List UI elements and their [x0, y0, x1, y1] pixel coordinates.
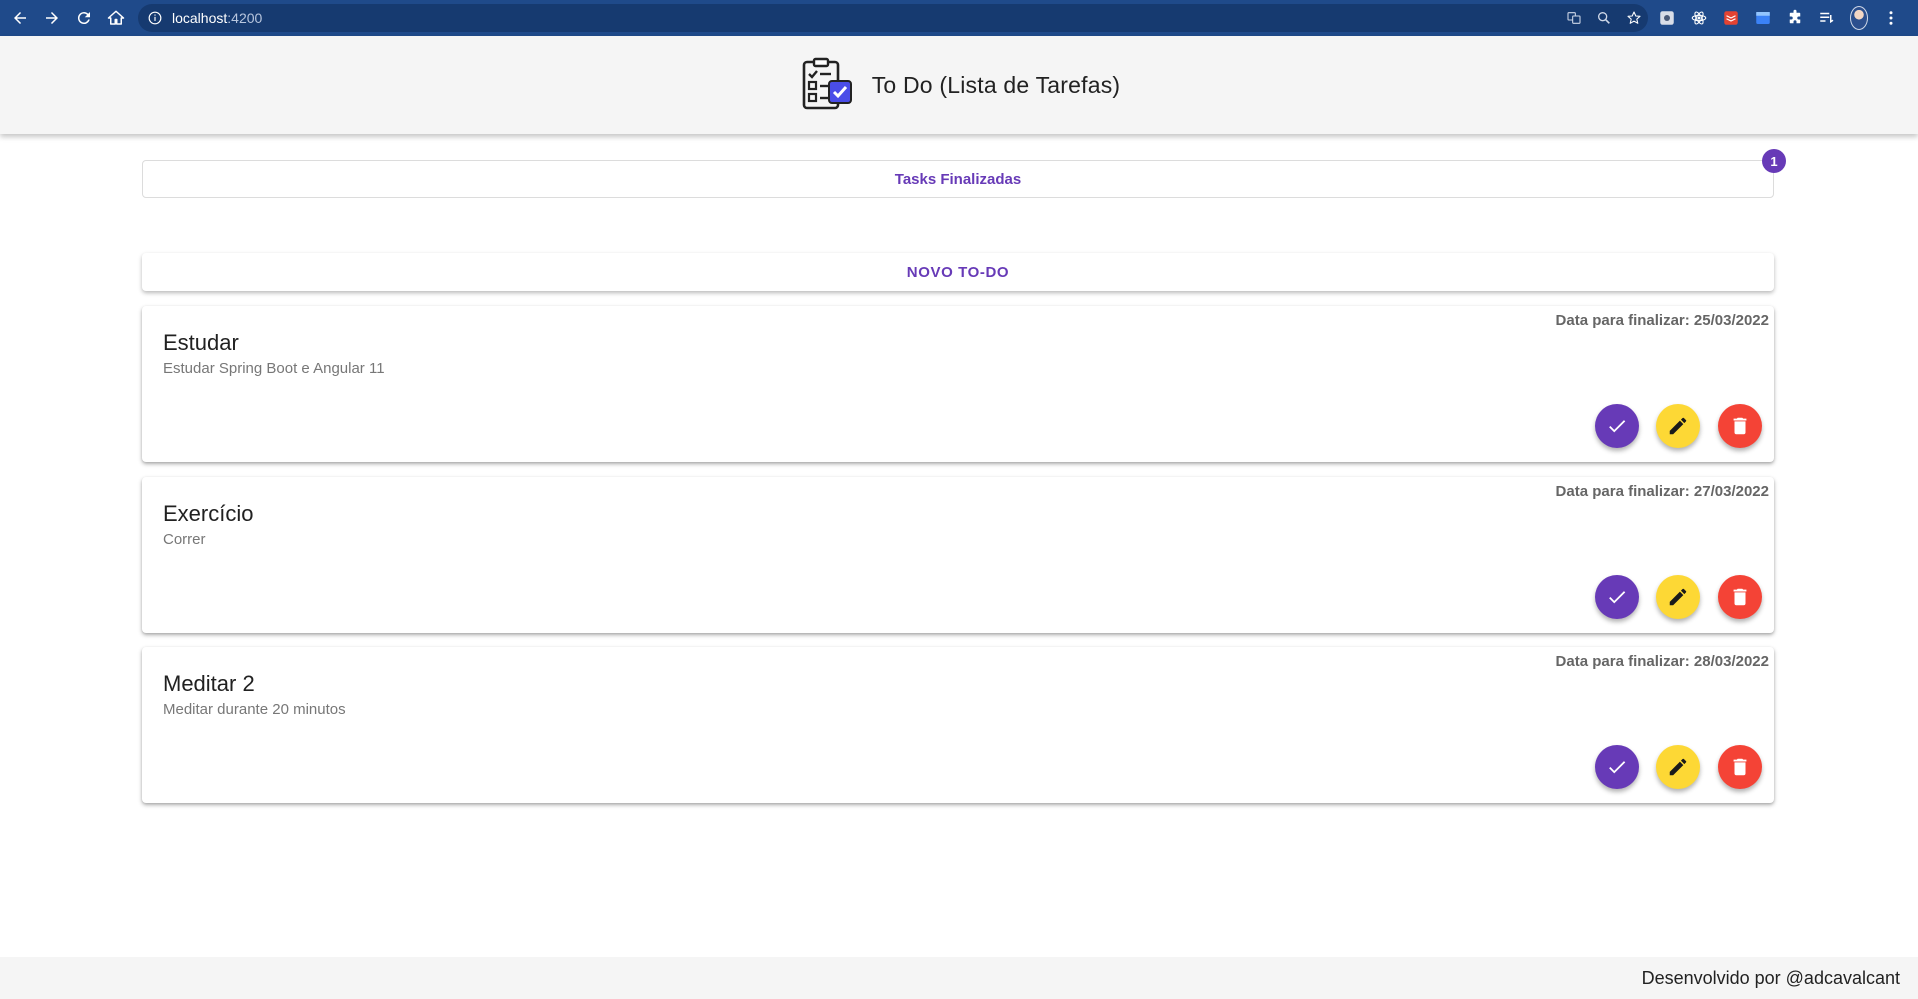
edit-task-button[interactable] — [1656, 745, 1700, 789]
footer-credit: Desenvolvido por @adcavalcant — [1641, 967, 1900, 988]
task-due-date: Data para finalizar: 25/03/2022 — [1555, 312, 1769, 329]
trash-icon — [1733, 417, 1747, 435]
forward-button[interactable] — [36, 0, 68, 36]
check-icon — [1609, 591, 1626, 604]
translate-icon[interactable] — [1566, 10, 1582, 26]
task-description: Correr — [163, 531, 206, 548]
check-icon — [1609, 761, 1626, 774]
arrow-right-icon — [46, 12, 58, 24]
task-description: Meditar durante 20 minutos — [163, 701, 346, 718]
page-title: To Do (Lista de Tarefas) — [871, 71, 1121, 98]
footer: Desenvolvido por @adcavalcant — [0, 957, 1918, 999]
trash-icon — [1733, 758, 1747, 776]
star-icon[interactable] — [1626, 10, 1642, 26]
extension-screenshot-icon[interactable] — [1658, 9, 1676, 27]
trash-icon — [1733, 588, 1747, 606]
zoom-icon[interactable] — [1596, 10, 1612, 26]
checklist-logo-icon — [802, 57, 852, 110]
new-todo-button[interactable]: NOVO TO-DO — [142, 253, 1774, 291]
arrow-left-icon — [14, 12, 26, 24]
task-due-date: Data para finalizar: 27/03/2022 — [1555, 483, 1769, 500]
url-port: :4200 — [227, 10, 263, 26]
edit-task-button[interactable] — [1656, 575, 1700, 619]
home-button[interactable] — [100, 0, 132, 36]
url-text: localhost:4200 — [172, 10, 262, 26]
pencil-icon — [1669, 417, 1687, 435]
task-due-date: Data para finalizar: 28/03/2022 — [1555, 653, 1769, 670]
finished-count-badge: 1 — [1762, 149, 1786, 173]
back-button[interactable] — [4, 0, 36, 36]
delete-task-button[interactable] — [1718, 575, 1762, 619]
complete-task-button[interactable] — [1595, 404, 1639, 448]
complete-task-button[interactable] — [1595, 745, 1639, 789]
url-host: localhost — [172, 10, 228, 26]
task-title: Meditar 2 — [163, 671, 255, 696]
kebab-menu-icon[interactable] — [1882, 9, 1900, 27]
reading-list-icon[interactable] — [1818, 9, 1836, 27]
window-extension-icon[interactable] — [1754, 9, 1772, 27]
finished-tasks-button[interactable]: Tasks Finalizadas — [142, 160, 1774, 198]
profile-avatar[interactable] — [1850, 6, 1868, 30]
complete-task-button[interactable] — [1595, 575, 1639, 619]
home-icon — [107, 10, 125, 25]
task-title: Estudar — [163, 330, 239, 355]
task-title: Exercício — [163, 501, 254, 526]
task-description: Estudar Spring Boot e Angular 11 — [163, 360, 385, 377]
address-bar[interactable]: localhost:4200 — [138, 4, 1648, 32]
puzzle-extensions-icon[interactable] — [1786, 9, 1804, 27]
reload-button[interactable] — [68, 0, 100, 36]
check-icon — [1609, 420, 1626, 433]
task-card: Data para finalizar: 27/03/2022 Exercíci… — [142, 477, 1774, 633]
edit-task-button[interactable] — [1656, 404, 1700, 448]
reload-icon — [77, 12, 90, 25]
delete-task-button[interactable] — [1718, 745, 1762, 789]
browser-toolbar: localhost:4200 — [0, 0, 1918, 36]
app-header: To Do (Lista de Tarefas) — [0, 36, 1918, 134]
info-icon — [148, 11, 162, 25]
new-todo-label: NOVO TO-DO — [906, 263, 1010, 281]
react-devtools-icon[interactable] — [1690, 9, 1708, 27]
task-card: Data para finalizar: 25/03/2022 Estudar … — [142, 306, 1774, 462]
todoist-extension-icon[interactable] — [1722, 9, 1740, 27]
pencil-icon — [1669, 758, 1687, 776]
delete-task-button[interactable] — [1718, 404, 1762, 448]
pencil-icon — [1669, 588, 1687, 606]
finished-tasks-label: Tasks Finalizadas — [894, 170, 1022, 188]
task-card: Data para finalizar: 28/03/2022 Meditar … — [142, 647, 1774, 803]
